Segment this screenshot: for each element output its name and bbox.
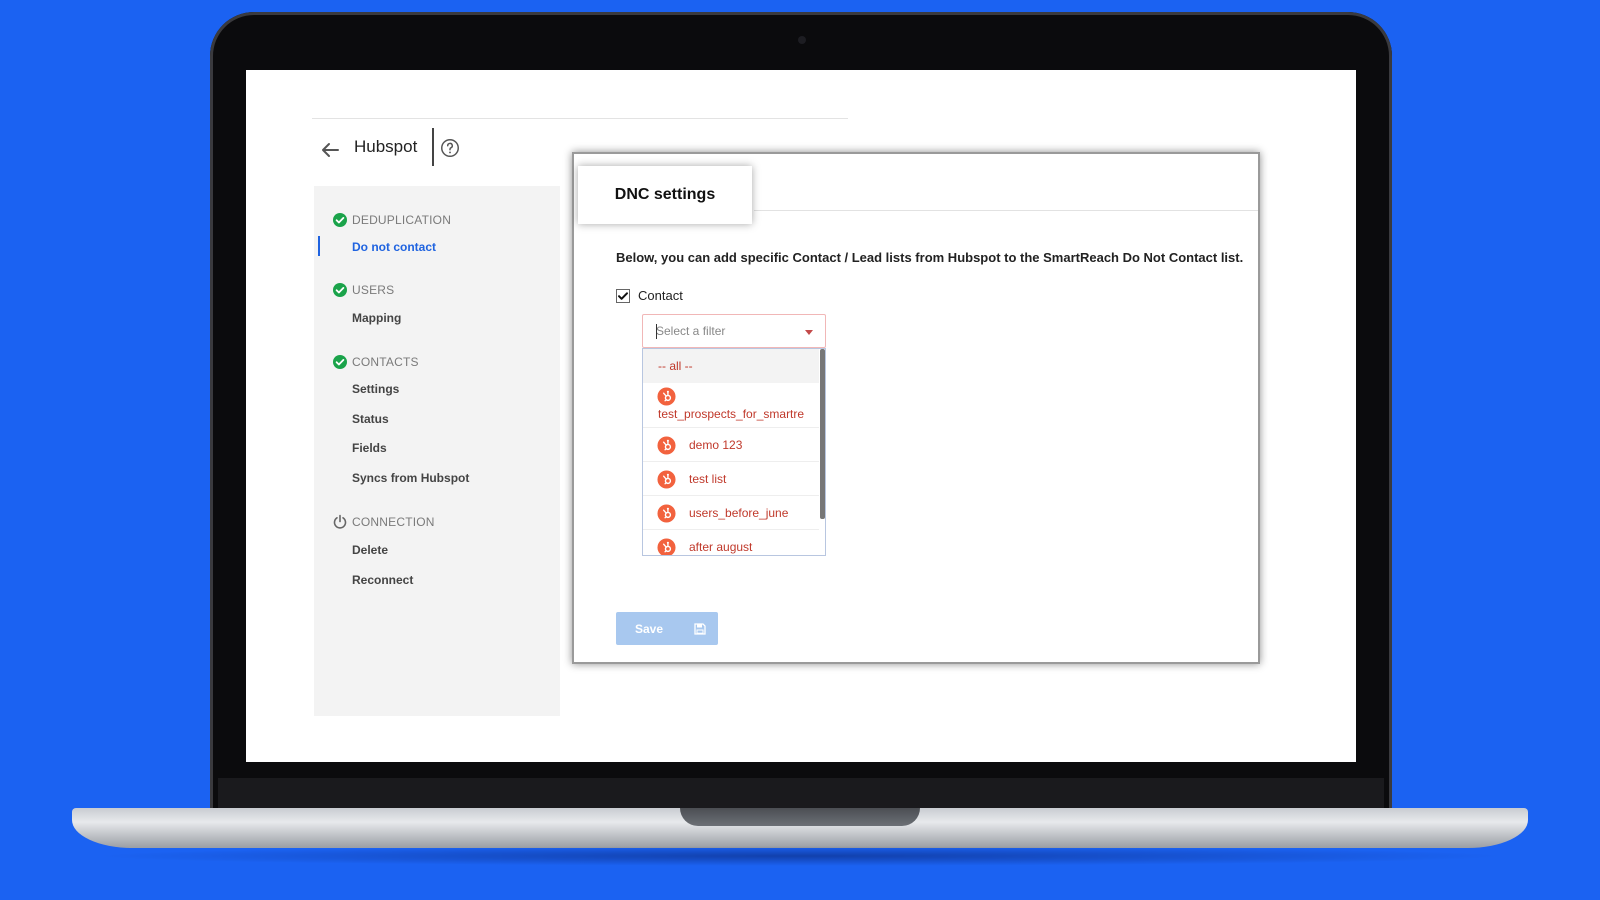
laptop-camera xyxy=(798,36,806,44)
sidebar-item-reconnect[interactable]: Reconnect xyxy=(352,573,413,587)
dropdown-option-all[interactable]: -- all -- xyxy=(643,349,819,383)
sidebar-item-do-not-contact[interactable]: Do not contact xyxy=(352,240,436,254)
dropdown-option[interactable]: after august xyxy=(643,530,819,555)
section-label: CONNECTION xyxy=(352,515,435,529)
option-label: after august xyxy=(689,540,753,554)
back-arrow-icon[interactable] xyxy=(318,138,342,162)
dnc-settings-panel: DNC settings Below, you can add specific… xyxy=(572,152,1260,664)
option-label: users_before_june xyxy=(689,506,789,520)
hubspot-icon xyxy=(657,470,676,489)
section-label: DEDUPLICATION xyxy=(352,213,452,227)
sidebar-section-deduplication: DEDUPLICATION xyxy=(332,212,451,228)
page-title: Hubspot xyxy=(354,137,418,156)
title-separator xyxy=(432,128,434,166)
sidebar: DEDUPLICATION Do not contact USERS Mappi… xyxy=(314,186,560,716)
laptop-notch xyxy=(680,808,920,826)
dropdown-scrollbar[interactable] xyxy=(820,349,825,519)
filter-select-placeholder: Select a filter xyxy=(656,324,726,338)
tab-divider xyxy=(754,210,1258,211)
hubspot-icon xyxy=(657,436,676,455)
top-divider xyxy=(312,118,848,119)
help-icon[interactable] xyxy=(439,137,461,159)
dropdown-option[interactable]: users_before_june xyxy=(643,496,819,530)
panel-description: Below, you can add specific Contact / Le… xyxy=(616,250,1244,265)
sidebar-section-users: USERS xyxy=(332,282,394,298)
sidebar-item-fields[interactable]: Fields xyxy=(352,441,387,455)
option-label: test_prospects_for_smartre xyxy=(658,407,805,421)
contact-checkbox-label: Contact xyxy=(638,288,683,303)
dropdown-option[interactable]: test list xyxy=(643,462,819,496)
save-button[interactable]: Save xyxy=(616,612,718,645)
option-label: demo 123 xyxy=(689,438,743,452)
sidebar-item-syncs-from-hubspot[interactable]: Syncs from Hubspot xyxy=(352,471,469,485)
dropdown-option[interactable]: demo 123 xyxy=(643,428,819,462)
section-label: USERS xyxy=(352,283,395,297)
power-icon xyxy=(333,514,347,529)
dropdown-option[interactable]: test_prospects_for_smartre xyxy=(643,383,819,428)
hubspot-icon xyxy=(657,387,676,406)
sidebar-section-contacts: CONTACTS xyxy=(332,354,419,370)
laptop-shadow xyxy=(90,846,1510,866)
check-circle-icon xyxy=(333,355,347,369)
filter-select[interactable]: Select a filter xyxy=(642,314,826,348)
laptop-bezel xyxy=(218,778,1384,808)
floppy-disk-icon xyxy=(694,623,706,635)
check-circle-icon xyxy=(333,283,347,297)
sidebar-section-connection: CONNECTION xyxy=(332,514,435,530)
save-button-label: Save xyxy=(635,622,664,636)
checkmark-icon xyxy=(618,291,628,300)
contact-checkbox-row: Contact xyxy=(616,288,683,303)
caret-down-icon[interactable] xyxy=(805,330,813,335)
text-cursor xyxy=(656,324,657,339)
sidebar-item-settings[interactable]: Settings xyxy=(352,382,399,396)
sidebar-item-status[interactable]: Status xyxy=(352,412,389,426)
hubspot-icon xyxy=(657,504,676,523)
sidebar-item-mapping[interactable]: Mapping xyxy=(352,311,401,325)
section-label: CONTACTS xyxy=(352,355,419,369)
active-indicator xyxy=(318,236,320,256)
tab-dnc-settings[interactable]: DNC settings xyxy=(578,166,752,224)
option-label: -- all -- xyxy=(658,359,693,373)
check-circle-icon xyxy=(333,213,347,227)
hubspot-icon xyxy=(657,538,676,555)
filter-dropdown: -- all -- test_prospects_for_smartre dem… xyxy=(642,348,826,556)
screen: Hubspot DEDUPLICATION Do not contact USE… xyxy=(246,70,1356,762)
sidebar-item-delete[interactable]: Delete xyxy=(352,543,388,557)
option-label: test list xyxy=(689,472,727,486)
contact-checkbox[interactable] xyxy=(616,288,630,303)
